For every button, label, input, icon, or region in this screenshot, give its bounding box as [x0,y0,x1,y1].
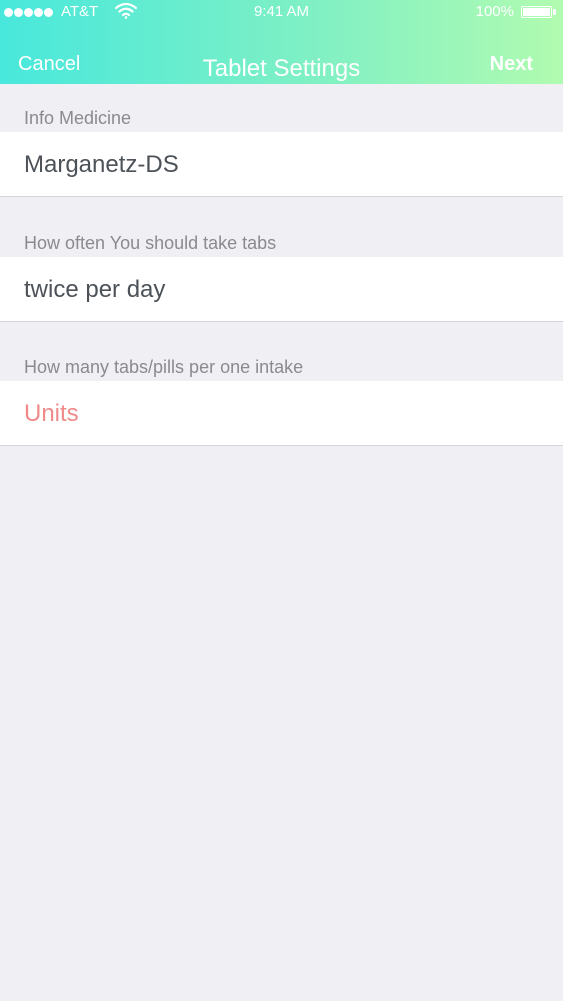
battery-icon [521,6,557,18]
frequency-value: twice per day [24,276,166,303]
next-button[interactable]: Next [490,53,533,76]
frequency-section-label: How often You should take tabs [24,233,277,253]
medicine-section-label: Info Medicine [24,108,132,128]
medicine-field[interactable]: Marganetz-DS [0,132,563,197]
page-title: Tablet Settings [202,55,361,82]
dosage-section-label: How many tabs/pills per one intake [24,357,304,377]
header: AT&T 9:41 AM 100% Cancel Tablet Settings… [0,0,563,84]
status-bar: AT&T 9:41 AM 100% [0,0,563,26]
cancel-button[interactable]: Cancel [18,53,80,76]
medicine-value: Marganetz-DS [24,151,179,178]
dosage-field[interactable]: Units [0,381,563,446]
frequency-field[interactable]: twice per day [0,257,563,322]
battery-percentage: 100% [475,3,514,20]
dosage-units-placeholder: Units [24,400,79,427]
